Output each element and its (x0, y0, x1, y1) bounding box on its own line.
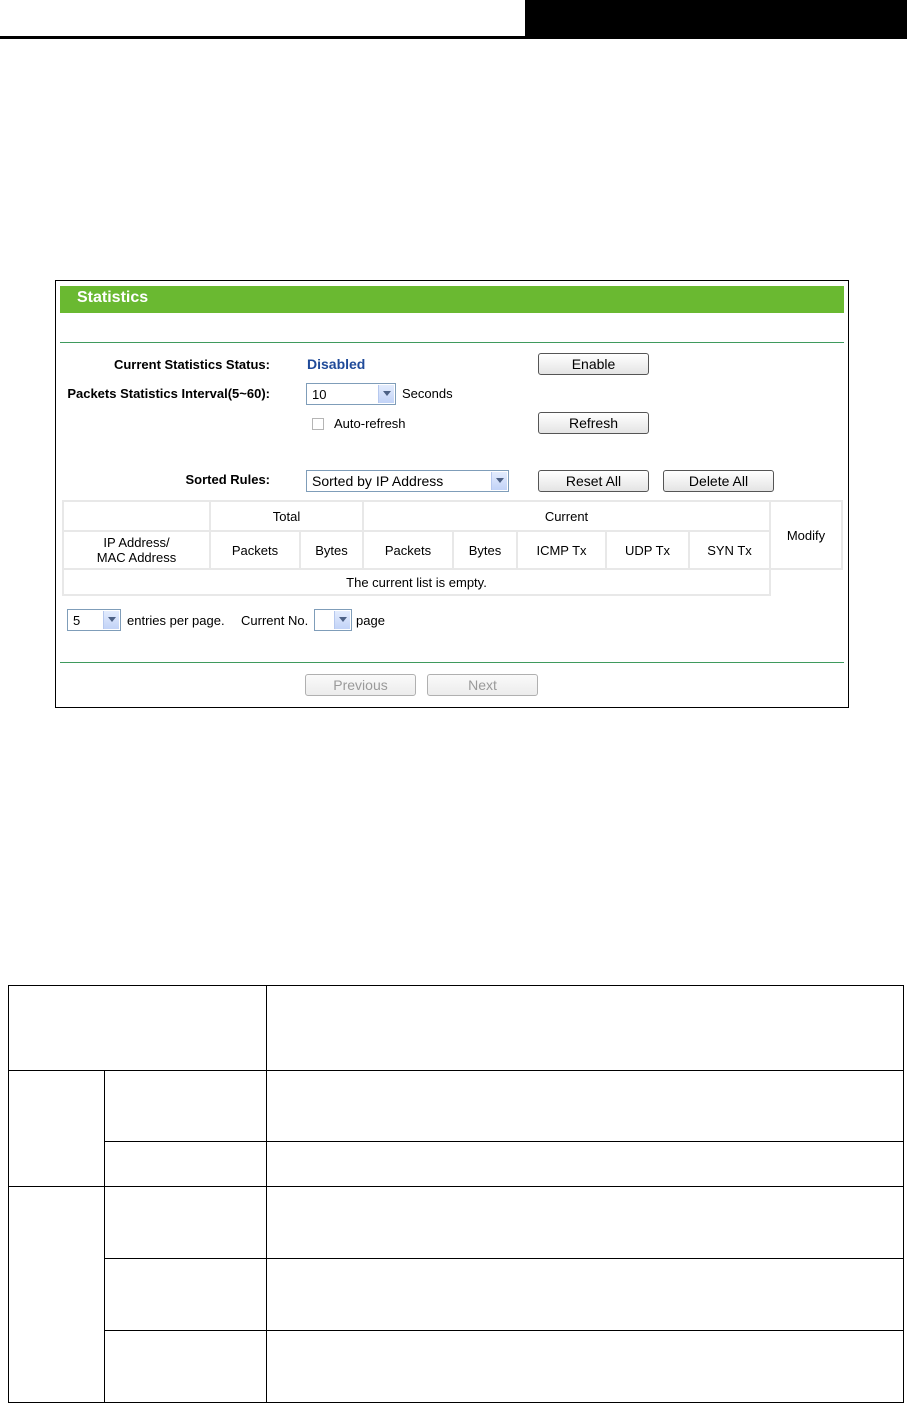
description-table (8, 985, 904, 1403)
divider-top (60, 342, 844, 343)
page-text: page (356, 613, 385, 628)
table-group-current: Current (362, 500, 771, 532)
header-rule (0, 36, 525, 39)
reset-all-button[interactable]: Reset All (538, 470, 649, 492)
table-empty-message: The current list is empty. (62, 568, 771, 596)
interval-select[interactable]: 10 (306, 383, 396, 405)
current-no-label: Current No. (241, 613, 309, 628)
divider-bottom (60, 662, 844, 663)
desc-row-3-text (266, 1186, 904, 1259)
previous-button[interactable]: Previous (305, 674, 416, 696)
desc-row-5-name (104, 1330, 267, 1403)
desc-row-1-text (266, 1070, 904, 1142)
desc-header-right (266, 985, 904, 1071)
sorted-rules-select[interactable]: Sorted by IP Address (306, 470, 509, 492)
table-col-icmp: ICMP Tx (516, 530, 607, 570)
chevron-down-icon[interactable] (378, 385, 394, 403)
table-empty-cell (770, 569, 842, 595)
sorted-rules-label: Sorted Rules: (185, 472, 270, 487)
desc-row-2-name (104, 1141, 267, 1187)
desc-row-4-name (104, 1258, 267, 1331)
current-page-select[interactable] (314, 609, 352, 631)
desc-row-4-text (266, 1258, 904, 1331)
desc-row-3-name (104, 1186, 267, 1259)
table-col-udp: UDP Tx (605, 530, 690, 570)
desc-row-2-text (266, 1141, 904, 1187)
desc-row-1-name (104, 1070, 267, 1142)
autorefresh-checkbox[interactable] (312, 418, 324, 430)
statistics-table: Total Current Modify IP Address/MAC Addr… (62, 500, 843, 596)
desc-group-1 (8, 1070, 105, 1187)
entries-per-page-select[interactable]: 5 (67, 609, 121, 631)
table-col-address: IP Address/MAC Address (62, 530, 211, 570)
desc-row-5-text (266, 1330, 904, 1403)
table-col-modify: Modify (769, 500, 843, 570)
table-group-total: Total (209, 500, 364, 532)
statistics-panel: Statistics Current Statistics Status: Di… (55, 280, 849, 708)
chevron-down-icon[interactable] (103, 611, 119, 629)
entries-text: entries per page. (127, 613, 225, 628)
entries-value: 5 (73, 613, 81, 628)
refresh-button[interactable]: Refresh (538, 412, 649, 434)
status-value: Disabled (307, 356, 366, 372)
interval-label: Packets Statistics Interval(5~60): (67, 386, 270, 401)
enable-button[interactable]: Enable (538, 353, 649, 375)
next-button[interactable]: Next (427, 674, 538, 696)
table-col-current-packets: Packets (362, 530, 454, 570)
panel-title-bar: Statistics (60, 286, 844, 313)
desc-group-2 (8, 1186, 105, 1403)
header-block (525, 0, 907, 39)
chevron-down-icon[interactable] (334, 611, 350, 629)
sorted-rules-value: Sorted by IP Address (312, 473, 444, 489)
chevron-down-icon[interactable] (491, 472, 507, 490)
desc-header-left (8, 985, 267, 1071)
delete-all-button[interactable]: Delete All (663, 470, 774, 492)
table-header-blank (62, 500, 211, 532)
status-label: Current Statistics Status: (113, 357, 270, 372)
panel-title: Statistics (77, 289, 149, 306)
table-col-syn: SYN Tx (688, 530, 771, 570)
table-col-total-bytes: Bytes (299, 530, 364, 570)
interval-select-value: 10 (312, 387, 327, 402)
table-col-total-packets: Packets (209, 530, 301, 570)
autorefresh-label: Auto-refresh (334, 416, 406, 431)
table-col-current-bytes: Bytes (452, 530, 518, 570)
interval-unit: Seconds (402, 386, 453, 401)
